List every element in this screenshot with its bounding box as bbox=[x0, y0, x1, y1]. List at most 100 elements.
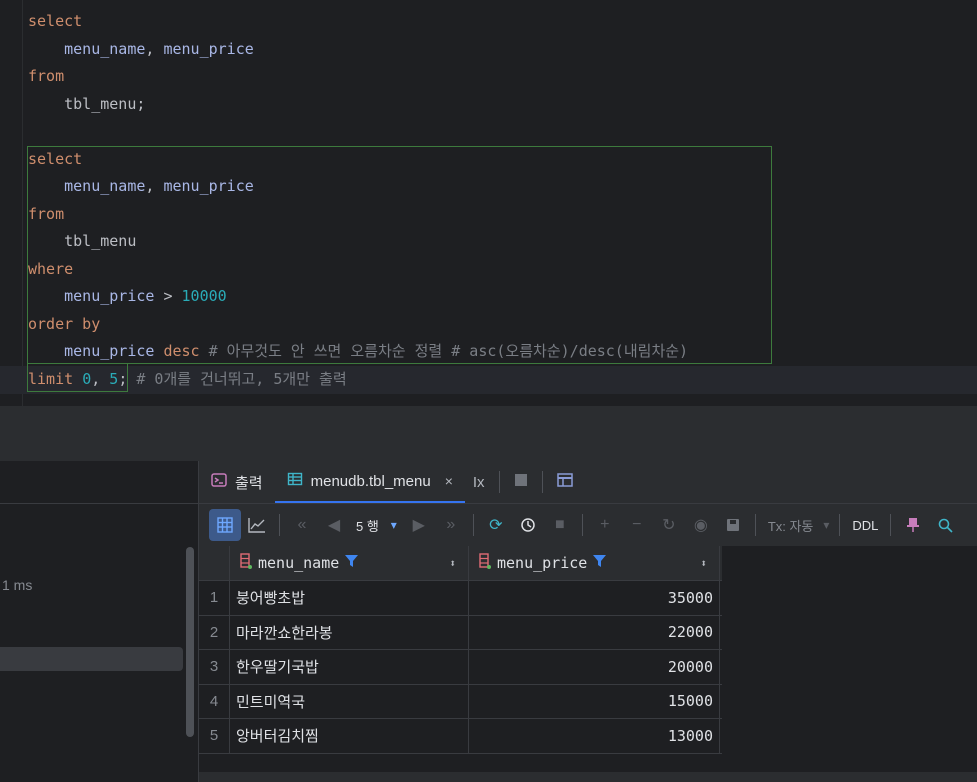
tab-output[interactable]: 출력 bbox=[199, 461, 275, 503]
refresh-icon[interactable]: ⟳ bbox=[480, 509, 512, 541]
code-line[interactable]: select bbox=[28, 8, 688, 36]
code-line[interactable]: where bbox=[28, 256, 688, 284]
code-line[interactable]: order by bbox=[28, 311, 688, 339]
cell-menu-price[interactable]: 13000 bbox=[469, 719, 720, 753]
table-row[interactable]: 1 붕어빵초밥 35000 bbox=[199, 581, 722, 616]
status-strip bbox=[199, 772, 977, 782]
chart-view-icon[interactable] bbox=[241, 509, 273, 541]
selected-tree-item[interactable] bbox=[0, 647, 183, 671]
history-icon[interactable] bbox=[512, 509, 544, 541]
stop-icon[interactable]: ■ bbox=[544, 509, 576, 541]
code-line[interactable]: from bbox=[28, 201, 688, 229]
tab-menudb-tbl-menu[interactable]: menudb.tbl_menu × bbox=[274, 461, 465, 503]
revert-icon[interactable]: ↻ bbox=[653, 509, 685, 541]
row-number: 5 bbox=[199, 719, 230, 753]
cell-menu-price[interactable]: 22000 bbox=[469, 615, 720, 649]
pin-icon[interactable] bbox=[897, 509, 929, 541]
first-page-icon[interactable]: « bbox=[286, 509, 318, 541]
code-line[interactable]: menu_price > 10000 bbox=[28, 283, 688, 311]
close-tab-icon[interactable]: × bbox=[445, 473, 453, 489]
next-page-icon[interactable]: ▶ bbox=[403, 509, 435, 541]
table-view-icon[interactable] bbox=[209, 509, 241, 541]
code-line[interactable]: tbl_menu bbox=[28, 228, 688, 256]
code-token: from bbox=[28, 204, 65, 223]
filter-icon[interactable] bbox=[345, 554, 359, 572]
code-token: menu_price bbox=[163, 177, 254, 195]
code-line[interactable]: from bbox=[28, 63, 688, 91]
cell-menu-name[interactable]: 마라깐쇼한라봉 bbox=[230, 615, 469, 649]
separator bbox=[754, 514, 756, 536]
code-token: > bbox=[154, 287, 182, 305]
separator bbox=[279, 514, 280, 536]
chevron-down-icon[interactable]: ▾ bbox=[819, 509, 833, 541]
cell-menu-price[interactable]: 35000 bbox=[469, 581, 720, 615]
result-grid[interactable]: menu_name ⬍ menu_price ⬍ 1 붕어빵초밥 35000 2 마라깐… bbox=[199, 546, 722, 754]
result-tabs: 출력 menudb.tbl_menu × Ix bbox=[199, 461, 977, 504]
stop-square-icon[interactable] bbox=[506, 473, 536, 491]
table-row[interactable]: 4 민트미역국 15000 bbox=[199, 684, 722, 719]
cell-menu-name[interactable]: 한우딸기국밥 bbox=[230, 650, 469, 684]
code-token: , bbox=[145, 177, 164, 195]
code-line[interactable]: menu_name, menu_price bbox=[28, 173, 688, 201]
grid-header: menu_name ⬍ menu_price ⬍ bbox=[199, 546, 722, 581]
column-header-menu-name[interactable]: menu_name ⬍ bbox=[230, 546, 469, 580]
code-token: # 0개를 건너뛰고, 5개만 출력 bbox=[127, 369, 347, 388]
code-line[interactable]: menu_name, menu_price bbox=[28, 36, 688, 64]
separator bbox=[472, 514, 474, 536]
table-row[interactable]: 2 마라깐쇼한라봉 22000 bbox=[199, 615, 722, 650]
sql-code[interactable]: select menu_name, menu_price from tbl_men… bbox=[28, 8, 688, 393]
code-line[interactable]: menu_price desc # 아무것도 안 쓰면 오름차순 정렬 # as… bbox=[28, 338, 688, 366]
code-line[interactable]: limit 0, 5; # 0개를 건너뛰고, 5개만 출력 bbox=[28, 366, 688, 394]
cell-menu-name[interactable]: 앙버터김치찜 bbox=[230, 719, 469, 753]
preview-eye-icon[interactable]: ◉ bbox=[685, 509, 717, 541]
search-icon[interactable] bbox=[929, 509, 961, 541]
sql-editor[interactable]: select menu_name, menu_price from tbl_men… bbox=[0, 0, 977, 406]
layout-icon[interactable] bbox=[549, 473, 581, 491]
add-row-icon[interactable]: + bbox=[589, 509, 621, 541]
cell-menu-price[interactable]: 15000 bbox=[469, 684, 720, 718]
left-scrollbar[interactable] bbox=[186, 547, 194, 737]
cell-menu-name[interactable]: 민트미역국 bbox=[230, 684, 469, 718]
last-page-icon[interactable]: » bbox=[435, 509, 467, 541]
table-row[interactable]: 3 한우딸기국밥 20000 bbox=[199, 650, 722, 685]
row-number: 2 bbox=[199, 615, 230, 649]
code-token: where bbox=[28, 259, 74, 278]
chevron-down-icon[interactable]: ▾ bbox=[385, 509, 403, 541]
code-line[interactable]: select bbox=[28, 146, 688, 174]
code-token: ; bbox=[118, 369, 128, 388]
code-token: limit bbox=[28, 369, 83, 388]
row-number: 1 bbox=[199, 581, 230, 615]
cell-menu-price[interactable]: 20000 bbox=[469, 650, 720, 684]
table-row[interactable]: 5 앙버터김치찜 13000 bbox=[199, 719, 722, 754]
sort-icon[interactable]: ⬍ bbox=[449, 557, 456, 570]
ddl-button[interactable]: DDL bbox=[846, 518, 884, 533]
cell-menu-name[interactable]: 붕어빵초밥 bbox=[230, 581, 469, 615]
column-header-menu-price[interactable]: menu_price ⬍ bbox=[469, 546, 720, 580]
execution-time: 1 ms bbox=[2, 577, 33, 593]
row-count-selector[interactable]: 5 행 bbox=[350, 516, 385, 535]
table-icon bbox=[287, 471, 303, 491]
separator bbox=[498, 471, 500, 493]
previous-page-icon[interactable]: ◀ bbox=[318, 509, 350, 541]
sort-icon[interactable]: ⬍ bbox=[700, 557, 707, 570]
filter-icon[interactable] bbox=[593, 554, 607, 572]
code-line[interactable]: tbl_menu; bbox=[28, 91, 688, 119]
row-number-header bbox=[199, 546, 230, 580]
separator bbox=[581, 514, 583, 536]
code-token: tbl_menu; bbox=[28, 94, 146, 113]
delete-row-icon[interactable]: − bbox=[621, 509, 653, 541]
tab-table-label: menudb.tbl_menu bbox=[310, 472, 431, 490]
code-line[interactable] bbox=[28, 118, 688, 146]
column-icon bbox=[240, 553, 252, 573]
code-token: # 아무것도 안 쓰면 오름차순 정렬 # asc(오름차순)/desc(내림차… bbox=[199, 342, 689, 360]
ix-button[interactable]: Ix bbox=[465, 474, 493, 491]
separator bbox=[541, 471, 543, 493]
save-icon[interactable] bbox=[717, 509, 749, 541]
transaction-mode-selector[interactable]: Tx: 자동 bbox=[762, 516, 820, 535]
code-token: menu_price bbox=[64, 342, 155, 360]
row-number: 4 bbox=[199, 684, 230, 718]
panel-divider bbox=[0, 406, 977, 461]
